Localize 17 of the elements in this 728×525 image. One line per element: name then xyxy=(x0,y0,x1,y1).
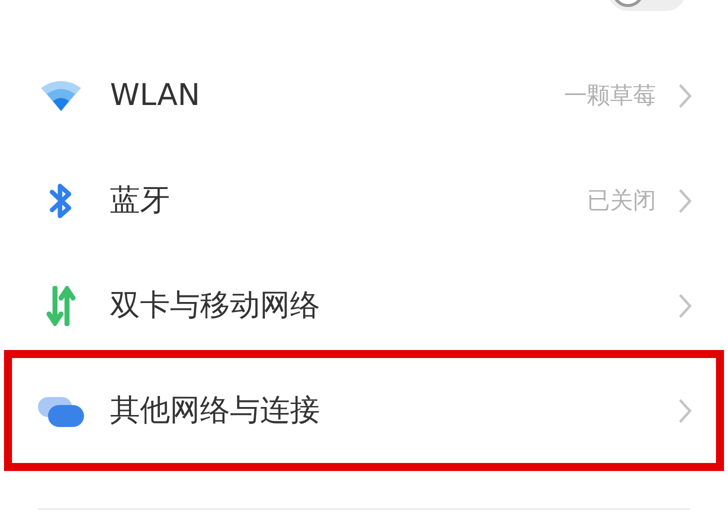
settings-row[interactable]: 其他网络与连接 xyxy=(12,358,716,463)
chevron-icon xyxy=(678,82,692,108)
chevron-icon xyxy=(678,188,692,214)
row-label: 双卡与移动网络 xyxy=(110,287,321,325)
row-value: 已关闭 xyxy=(587,187,656,216)
wifi-icon xyxy=(39,80,83,112)
chevron-icon xyxy=(678,398,692,424)
up-down-arrows-icon xyxy=(45,286,77,326)
row-label: 其他网络与连接 xyxy=(110,392,321,430)
settings-row[interactable]: WLAN 一颗草莓 xyxy=(12,43,716,148)
row-label: 蓝牙 xyxy=(110,182,171,220)
settings-row[interactable]: 蓝牙 已关闭 xyxy=(12,148,716,253)
bubbles-icon xyxy=(38,394,84,426)
settings-row[interactable]: 双卡与移动网络 xyxy=(12,253,716,358)
row-value: 一颗草莓 xyxy=(564,82,656,111)
row-label: WLAN xyxy=(110,78,202,113)
chevron-icon xyxy=(678,292,692,318)
